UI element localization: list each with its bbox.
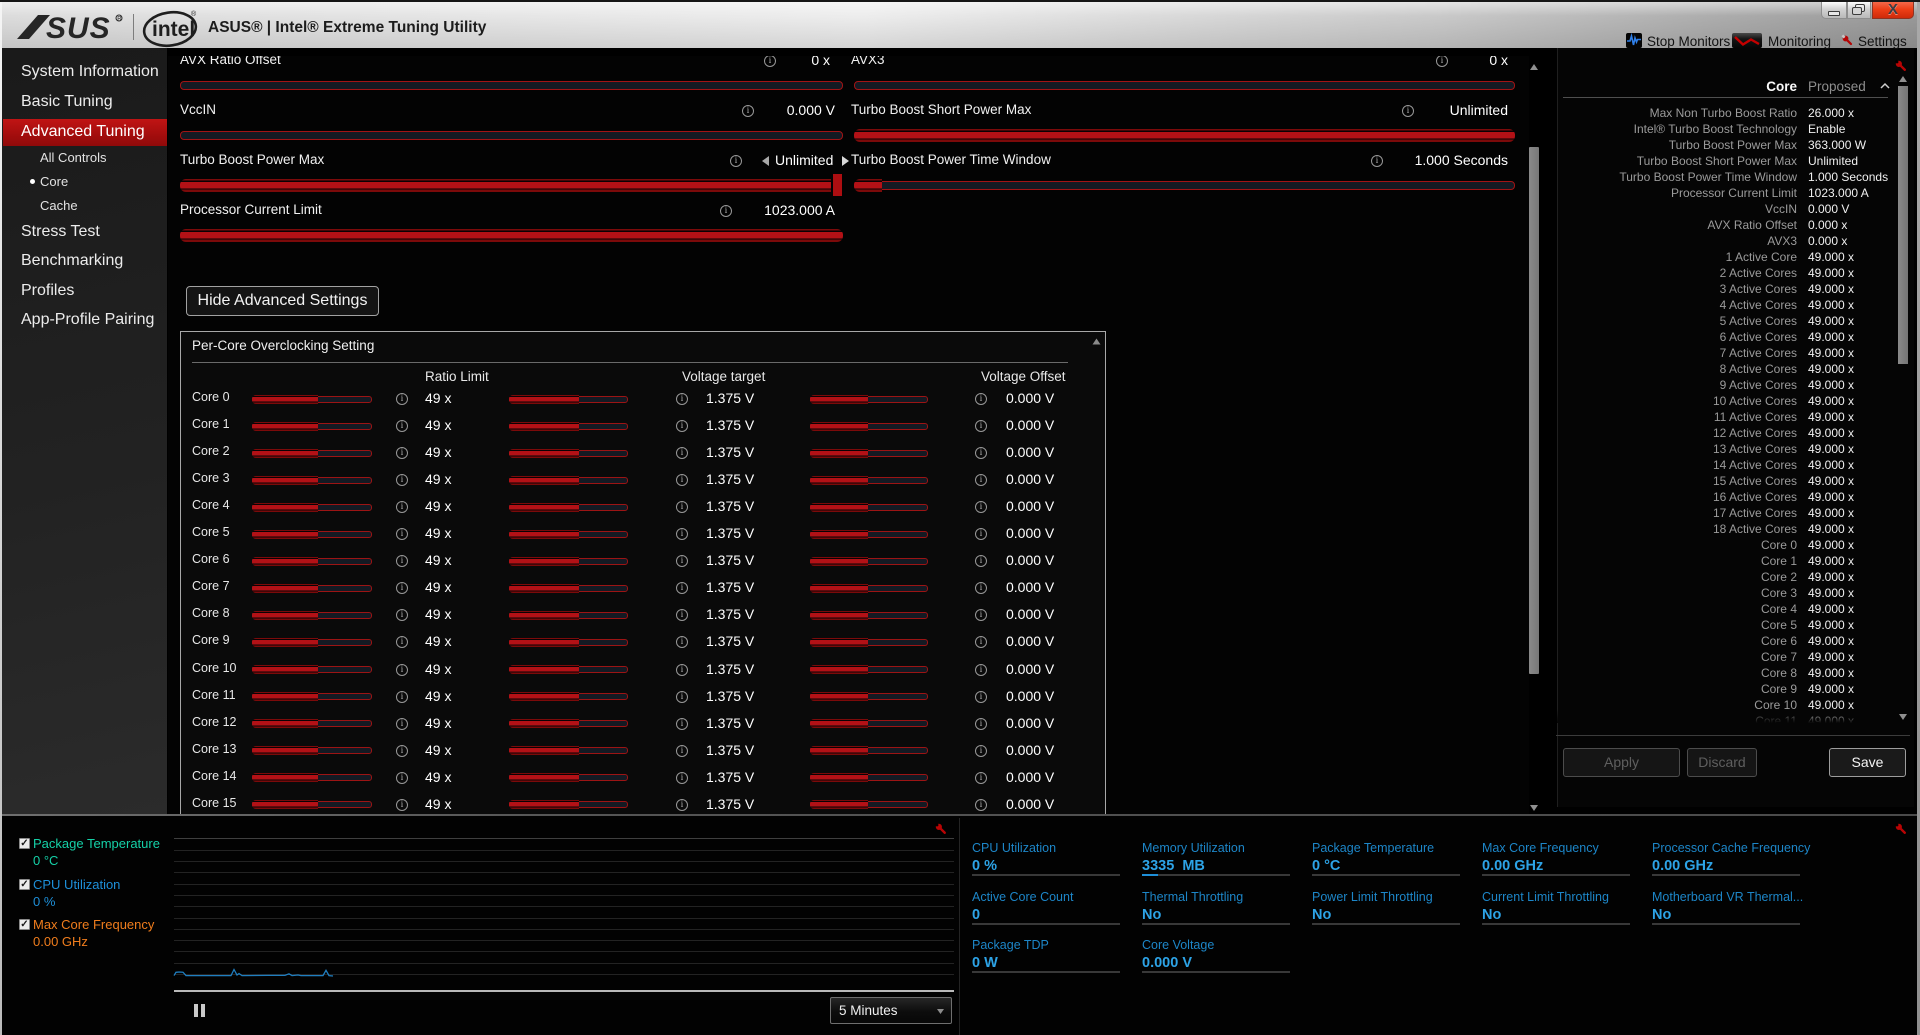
svg-text:SUS: SUS [46, 12, 111, 43]
svg-text:intel: intel [152, 18, 195, 41]
svg-text:R: R [117, 17, 122, 23]
svg-text:®: ® [191, 10, 197, 18]
